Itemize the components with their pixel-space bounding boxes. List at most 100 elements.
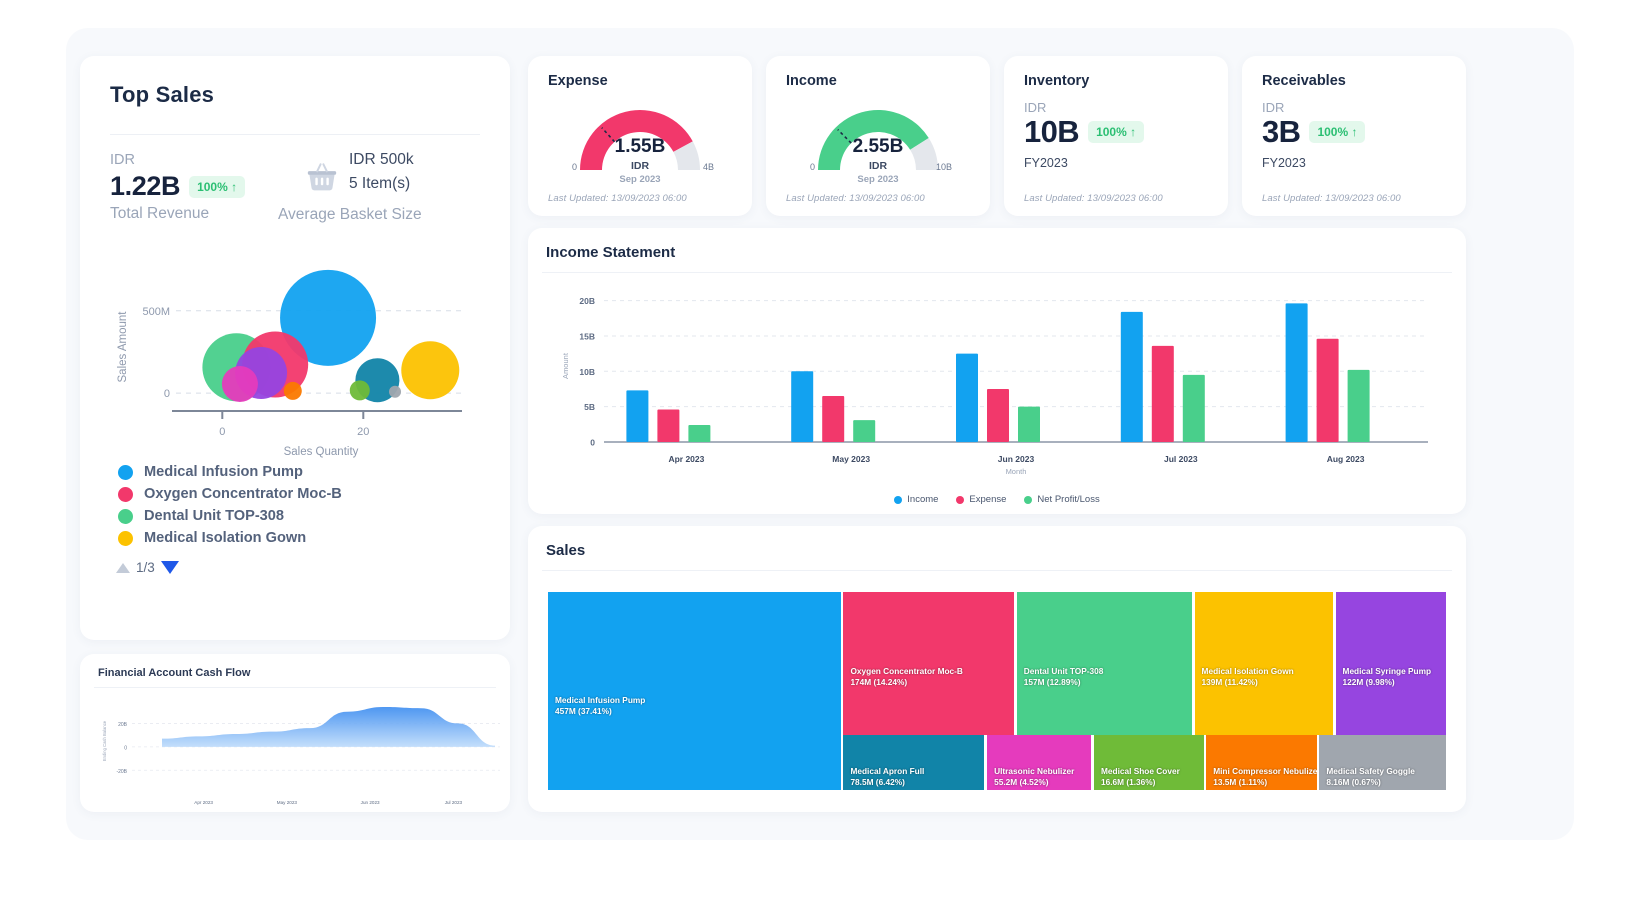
svg-text:10B: 10B bbox=[579, 367, 595, 377]
top-sales-bubble-chart[interactable]: 500M 0 0 20 Sales Quantity Sales Amount bbox=[102, 261, 492, 461]
section-title: Income Statement bbox=[546, 244, 676, 261]
treemap-tile-label: Mini Compressor Nebulizer P...13.5M (1.1… bbox=[1213, 765, 1317, 787]
gauge-min: 0 bbox=[810, 162, 816, 172]
card-title: Receivables bbox=[1262, 73, 1346, 89]
treemap-tile[interactable]: Medical Isolation Gown 139M (11.42%) bbox=[1194, 592, 1333, 735]
total-revenue-caption: Total Revenue bbox=[110, 205, 210, 222]
legend-color-swatch bbox=[118, 508, 133, 524]
currency-label: IDR bbox=[1262, 100, 1285, 115]
legend-label: Medical Isolation Gown bbox=[144, 530, 307, 546]
sales-card: Sales Medical Infusion Pump 457M (37.41%)… bbox=[528, 526, 1466, 812]
kpi-period: FY2023 bbox=[1262, 156, 1306, 170]
svg-text:Apr 2023: Apr 2023 bbox=[668, 454, 704, 464]
treemap-tile[interactable]: Medical Syringe Pump 122M (9.98%) bbox=[1335, 592, 1446, 735]
legend-label: Dental Unit TOP-308 bbox=[144, 508, 285, 524]
income-statement-bar-chart[interactable]: 0 5B 10B 15B 20B Apr 2023 May 2023 Jun 2023 Jul … bbox=[528, 276, 1466, 476]
gauge-period: Sep 2023 bbox=[619, 174, 661, 185]
svg-text:Amount: Amount bbox=[561, 352, 570, 379]
svg-text:Sales Quantity: Sales Quantity bbox=[284, 446, 359, 458]
treemap-tile-label: Medical Safety Goggle 8.16M (0.67%) bbox=[1326, 765, 1415, 787]
kpi-card-income: Income 2.55B IDR Sep 2023 0 10B Last Upd… bbox=[766, 56, 990, 216]
treemap-tile[interactable]: Medical Shoe Cover 16.6M (1.36%) bbox=[1093, 735, 1204, 790]
currency-label: IDR bbox=[110, 152, 135, 168]
legend-item[interactable]: Dental Unit TOP-308 bbox=[118, 505, 342, 527]
card-title: Inventory bbox=[1024, 73, 1090, 89]
legend-color-swatch bbox=[118, 486, 133, 502]
kpi-period: FY2023 bbox=[1024, 156, 1068, 170]
legend-label: Medical Infusion Pump bbox=[144, 464, 303, 480]
svg-text:Month: Month bbox=[1006, 467, 1027, 476]
legend-color-swatch bbox=[118, 530, 133, 546]
svg-text:20: 20 bbox=[357, 426, 369, 438]
cash-flow-title: Financial Account Cash Flow bbox=[98, 667, 251, 679]
treemap-tile[interactable]: Ultrasonic Nebulizer 55.2M (4.52%) bbox=[987, 735, 1092, 790]
treemap-tile[interactable]: Medical Infusion Pump 457M (37.41%) bbox=[548, 592, 841, 790]
kpi-value: 10B bbox=[1024, 114, 1080, 149]
treemap-tile-label: Medical Infusion Pump 457M (37.41%) bbox=[555, 694, 646, 716]
last-updated: Last Updated: 13/09/2023 06:00 bbox=[786, 193, 925, 204]
total-revenue-kpi: IDR 1.22B 100% ↑ Total Revenue bbox=[110, 150, 246, 223]
gauge-period: Sep 2023 bbox=[857, 174, 899, 185]
triangle-down-icon[interactable] bbox=[160, 561, 179, 574]
last-updated: Last Updated: 13/09/2023 06:00 bbox=[1262, 193, 1401, 204]
legend-color-swatch bbox=[1024, 495, 1033, 504]
income-statement-card: Income Statement 0 5B 10B 15B 20B Apr 2023 May… bbox=[528, 228, 1466, 514]
gauge-value: 2.55B bbox=[852, 136, 904, 157]
svg-text:0: 0 bbox=[590, 438, 595, 448]
income-gauge[interactable]: 2.55B IDR Sep 2023 0 10B bbox=[788, 84, 968, 188]
divider bbox=[94, 687, 496, 688]
legend-item[interactable]: Medical Isolation Gown bbox=[118, 527, 342, 549]
top-sales-title: Top Sales bbox=[110, 82, 215, 107]
svg-text:500M: 500M bbox=[142, 306, 170, 318]
svg-text:Sales Amount: Sales Amount bbox=[117, 311, 129, 383]
legend-pager[interactable]: 1/3 bbox=[116, 560, 179, 575]
treemap-tile[interactable]: Medical Safety Goggle 8.16M (0.67%) bbox=[1319, 735, 1446, 790]
triangle-up-icon[interactable] bbox=[116, 562, 130, 573]
bar-chart-legend: Income Expense Net Profit/Loss bbox=[528, 494, 1466, 505]
cash-flow-area-chart[interactable]: -20B 0 20B Apr 2023 May 2023 Jun 2023 Jul 2023… bbox=[80, 690, 510, 808]
divider bbox=[542, 570, 1452, 571]
pager-label: 1/3 bbox=[136, 560, 155, 575]
legend-color-swatch bbox=[894, 495, 903, 504]
cash-flow-card: Financial Account Cash Flow -20B 0 20B Apr … bbox=[80, 654, 510, 812]
svg-text:-20B: -20B bbox=[116, 769, 127, 775]
kpi-card-receivables: Receivables IDR 3B 100% ↑ FY2023 Last Up… bbox=[1242, 56, 1466, 216]
status-badge: 100% ↑ bbox=[1309, 121, 1366, 143]
svg-text:0: 0 bbox=[124, 745, 127, 751]
shopping-basket-icon bbox=[307, 163, 337, 191]
top-sales-card: Top Sales IDR 1.22B 100% ↑ Total Revenue… bbox=[80, 56, 510, 640]
sales-treemap[interactable]: Medical Infusion Pump 457M (37.41%) Oxygen… bbox=[548, 592, 1446, 790]
legend-item[interactable]: Medical Infusion Pump bbox=[118, 461, 342, 483]
legend-item[interactable]: Income bbox=[894, 494, 938, 505]
divider bbox=[542, 272, 1452, 273]
treemap-tile-label: Medical Shoe Cover 16.6M (1.36%) bbox=[1100, 765, 1180, 787]
basket-amount: IDR 500k bbox=[349, 151, 414, 168]
top-sales-legend: Medical Infusion Pump Oxygen Concentrato… bbox=[118, 461, 342, 549]
treemap-tile-label: Ultrasonic Nebulizer 55.2M (4.52%) bbox=[994, 765, 1075, 787]
svg-text:0: 0 bbox=[219, 426, 225, 438]
gauge-min: 0 bbox=[572, 162, 578, 172]
svg-text:Jul 2023: Jul 2023 bbox=[445, 800, 463, 805]
expense-gauge[interactable]: 1.55B IDR Sep 2023 0 4B bbox=[550, 84, 730, 188]
basket-caption: Average Basket Size bbox=[278, 206, 422, 223]
svg-text:May 2023: May 2023 bbox=[832, 454, 870, 464]
legend-item[interactable]: Oxygen Concentrator Moc-B bbox=[118, 483, 342, 505]
legend-label: Expense bbox=[969, 494, 1007, 505]
svg-text:0: 0 bbox=[164, 388, 170, 400]
total-revenue-badge: 100% ↑ bbox=[189, 175, 246, 198]
treemap-tile-label: Medical Isolation Gown 139M (11.42%) bbox=[1201, 666, 1294, 688]
legend-item[interactable]: Expense bbox=[956, 494, 1006, 505]
svg-text:5B: 5B bbox=[584, 402, 595, 412]
legend-label: Income bbox=[907, 494, 939, 505]
total-revenue-value: 1.22B bbox=[110, 171, 181, 201]
basket-items: 5 Item(s) bbox=[349, 175, 411, 192]
treemap-tile-label: Dental Unit TOP-308 157M (12.89%) bbox=[1023, 666, 1104, 688]
treemap-tile[interactable]: Oxygen Concentrator Moc-B 174M (14.24%) bbox=[843, 592, 1015, 735]
svg-text:15B: 15B bbox=[579, 331, 595, 341]
treemap-tile[interactable]: Mini Compressor Nebulizer P...13.5M (1.1… bbox=[1206, 735, 1317, 790]
treemap-tile[interactable]: Dental Unit TOP-308 157M (12.89%) bbox=[1016, 592, 1192, 735]
gauge-value: 1.55B bbox=[614, 136, 666, 157]
legend-item[interactable]: Net Profit/Loss bbox=[1024, 494, 1100, 505]
treemap-tile[interactable]: Medical Apron Full 78.5M (6.42%) bbox=[843, 735, 985, 790]
average-basket-kpi: IDR 500k 5 Item(s) bbox=[305, 148, 414, 196]
